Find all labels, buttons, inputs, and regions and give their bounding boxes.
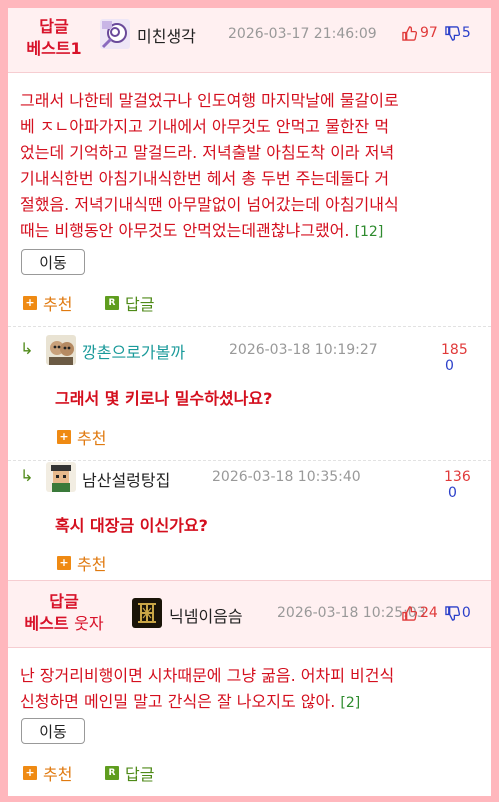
comment-line: 베 ㅈㄴ아파가지고 기내에서 아무것도 안먹고 물한잔 먹 xyxy=(20,117,390,136)
reply-button[interactable]: R 답글 xyxy=(105,761,154,785)
reply-count: [12] xyxy=(354,224,384,240)
reply-arrow-icon: ↳ xyxy=(20,339,34,358)
vote-box: 97 5 xyxy=(402,25,471,41)
reply-header: ↳ 남산설렁탕집 2026-03-18 10:35:40 136 0 xyxy=(20,462,480,501)
comment-line: 때는 비행동안 아무것도 안먹었는데괜찮냐그랬어. [12] xyxy=(20,218,482,245)
comment-body: 그래서 나한테 말걸었구나 인도여행 마지막날에 물갈이로 베 ㅈㄴ아파가지고 … xyxy=(20,88,482,245)
badge-reply-label: 답글 xyxy=(39,17,69,36)
divider xyxy=(8,326,491,327)
reply-count: [2] xyxy=(340,695,361,711)
author-nick[interactable]: 닉넴이음슴 xyxy=(169,603,243,627)
down-count: 5 xyxy=(461,25,471,41)
recommend-label: 추천 xyxy=(77,555,107,574)
reply-body: 혹시 대장금 이신가요? xyxy=(55,516,208,535)
move-button[interactable]: 이동 xyxy=(21,249,85,275)
plus-icon: + xyxy=(57,556,71,570)
comment-line: 절했음. 저녁기내식땐 아무말없이 넘어갔는데 아침기내식 xyxy=(20,195,399,214)
reply-r-icon: R xyxy=(105,296,119,310)
avatar[interactable] xyxy=(132,598,162,628)
comment-line: 었는데 기억하고 말걸드라. 저녁출발 아침도착 이라 저녁 xyxy=(20,143,395,162)
comment-line: 신청하면 메인밀 말고 간식은 잘 나오지도 않아. [2] xyxy=(20,689,482,716)
up-count: 136 xyxy=(444,469,471,485)
thumbs-up-icon[interactable] xyxy=(402,25,418,41)
thumbs-down-icon[interactable] xyxy=(445,605,460,621)
down-count: 0 xyxy=(448,485,457,501)
reply-r-icon: R xyxy=(105,766,119,780)
badge-reply-label: 답글 xyxy=(49,592,79,611)
comment-header: 답글 베스트 웃자 닉넴이음슴 2026-03-18 10:25:03 24 0 xyxy=(8,580,491,648)
badge-category-label: 웃자 xyxy=(74,614,104,633)
reply-label: 답글 xyxy=(125,295,155,314)
author-nick[interactable]: 남산설렁탕집 xyxy=(82,467,170,491)
reply-button[interactable]: R 답글 xyxy=(105,291,154,315)
comment-time: 2026-03-18 10:19:27 xyxy=(229,342,378,358)
author-nick[interactable]: 깡촌으로가볼까 xyxy=(82,339,185,363)
comment-line: 기내식한번 아침기내식한번 헤서 총 두번 주는데둘다 거 xyxy=(20,169,390,188)
best-badge: 답글 베스트1 xyxy=(18,16,90,60)
avatar[interactable] xyxy=(100,19,130,49)
badge-best-label: 베스트1 xyxy=(26,39,82,58)
reply-header: ↳ 깡촌으로가볼까 2026-03-18 10:19:27 185 0 xyxy=(20,335,480,374)
vote-box: 185 0 xyxy=(441,342,480,374)
comment-time: 2026-03-17 21:46:09 xyxy=(228,26,377,42)
avatar[interactable] xyxy=(46,335,76,365)
plus-icon: + xyxy=(57,430,71,444)
recommend-button[interactable]: + 추천 xyxy=(23,761,72,785)
move-button[interactable]: 이동 xyxy=(21,718,85,744)
comment-line: 난 장거리비행이면 시차때문에 그냥 굶음. 어차피 비건식 xyxy=(20,666,395,685)
thumbs-down-icon[interactable] xyxy=(445,25,460,41)
recommend-button[interactable]: + 추천 xyxy=(57,425,106,449)
recommend-label: 추천 xyxy=(43,295,73,314)
divider xyxy=(8,460,491,461)
best-badge: 답글 베스트 웃자 xyxy=(16,591,112,635)
plus-icon: + xyxy=(23,296,37,310)
avatar[interactable] xyxy=(46,462,76,492)
comment-time: 2026-03-18 10:35:40 xyxy=(212,469,361,485)
reply-body: 그래서 몇 키로나 밀수하셨나요? xyxy=(55,389,273,408)
comment-header: 답글 베스트1 미친생각 2026-03-17 21:46:09 97 5 xyxy=(8,8,491,73)
author-nick[interactable]: 미친생각 xyxy=(137,23,196,47)
reply-arrow-icon: ↳ xyxy=(20,466,34,485)
recommend-label: 추천 xyxy=(77,429,107,448)
thumbs-up-icon[interactable] xyxy=(402,605,418,621)
plus-icon: + xyxy=(23,766,37,780)
comment-list: 답글 베스트1 미친생각 2026-03-17 21:46:09 97 5 그래… xyxy=(8,8,491,796)
up-count: 97 xyxy=(420,25,438,41)
comment-body: 난 장거리비행이면 시차때문에 그냥 굶음. 어차피 비건식 신청하면 메인밀 … xyxy=(20,663,482,716)
up-count: 185 xyxy=(441,342,468,358)
comment-line: 그래서 나한테 말걸었구나 인도여행 마지막날에 물갈이로 xyxy=(20,91,399,110)
recommend-label: 추천 xyxy=(43,765,73,784)
reply-label: 답글 xyxy=(125,765,155,784)
badge-best-label: 베스트 xyxy=(24,614,69,633)
comment-line-text: 신청하면 메인밀 말고 간식은 잘 나오지도 않아. xyxy=(20,692,336,711)
vote-box: 136 0 xyxy=(444,469,480,501)
down-count: 0 xyxy=(461,605,471,621)
recommend-button[interactable]: + 추천 xyxy=(23,291,72,315)
down-count: 0 xyxy=(445,358,454,374)
up-count: 24 xyxy=(420,605,438,621)
recommend-button[interactable]: + 추천 xyxy=(57,551,106,575)
vote-box: 24 0 xyxy=(402,605,471,621)
comment-line-text: 때는 비행동안 아무것도 안먹었는데괜찮냐그랬어. xyxy=(20,221,350,240)
